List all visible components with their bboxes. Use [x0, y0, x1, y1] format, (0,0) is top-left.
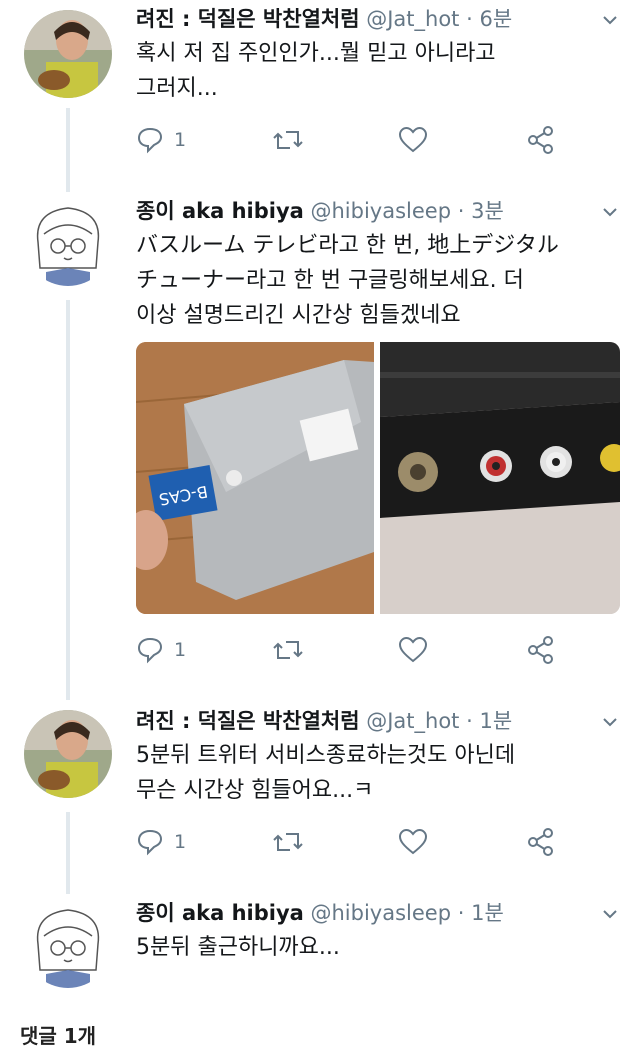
share-icon: [528, 828, 553, 856]
device-box-image: B-CAS: [136, 342, 375, 614]
heart-icon: [398, 828, 428, 855]
user-handle[interactable]: @Jat_hot: [366, 709, 459, 733]
heart-icon: [398, 126, 428, 153]
tweet-text: 5분뒤 출근하니까요...: [136, 930, 620, 965]
tweet-actions: 1: [136, 824, 576, 860]
tweet-actions: 1: [136, 122, 576, 158]
like-button[interactable]: [398, 632, 428, 668]
share-button[interactable]: [526, 824, 556, 860]
separator: ·: [466, 7, 473, 31]
device-ports-photo[interactable]: [380, 342, 620, 614]
avatar-illustration: [24, 198, 112, 286]
tweet-text: バスルーム テレビ라고 한 번, 地上デジタル チューナー라고 한 번 구글링해…: [136, 228, 620, 333]
retweet-icon: [273, 641, 303, 659]
share-button[interactable]: [526, 122, 556, 158]
reply-icon: [137, 829, 163, 856]
user-handle[interactable]: @hibiyasleep: [311, 901, 452, 925]
share-icon: [528, 126, 553, 154]
retweet-button[interactable]: [272, 824, 304, 860]
tweet-text: 혹시 저 집 주인인가...뭘 믿고 아니라고 그러지...: [136, 36, 620, 106]
avatar-photo: [24, 710, 112, 798]
tweet-header: 려진 : 덕질은 박찬열처럼 @Jat_hot · 6분: [136, 2, 600, 36]
display-name[interactable]: 종이 aka hibiya: [136, 901, 304, 925]
user-handle[interactable]: @hibiyasleep: [311, 199, 452, 223]
display-name[interactable]: 종이 aka hibiya: [136, 199, 304, 223]
share-button[interactable]: [526, 632, 556, 668]
timestamp[interactable]: 1분: [479, 709, 512, 733]
avatar[interactable]: [24, 10, 112, 98]
avatar[interactable]: [24, 710, 112, 798]
tweet-text-line: 그러지...: [136, 76, 218, 101]
separator: ·: [457, 199, 465, 223]
retweet-button[interactable]: [272, 122, 304, 158]
retweet-icon: [273, 833, 303, 851]
tweet-header: 종이 aka hibiya @hibiyasleep · 3분: [136, 194, 600, 228]
avatar[interactable]: [24, 198, 112, 286]
tweet-actions: 1: [136, 632, 576, 668]
tweet-text-line: チューナー라고 한 번 구글링해보세요. 더: [136, 268, 524, 293]
display-name[interactable]: 려진 : 덕질은 박찬열처럼: [136, 709, 360, 733]
share-icon: [528, 636, 553, 664]
chevron-down-icon[interactable]: [600, 712, 620, 732]
comment-count-label[interactable]: 댓글 1개: [20, 1020, 96, 1049]
device-ports-image: [380, 342, 620, 614]
heart-icon: [398, 636, 428, 663]
reply-count: 1: [174, 639, 187, 661]
display-name[interactable]: 려진 : 덕질은 박찬열처럼: [136, 7, 360, 31]
reply-button[interactable]: 1: [136, 632, 186, 668]
tweet-header: 종이 aka hibiya @hibiyasleep · 1분: [136, 896, 600, 930]
timestamp[interactable]: 6분: [479, 7, 512, 31]
tweet[interactable]: 종이 aka hibiya @hibiyasleep · 3분 バスルーム テレ…: [0, 190, 640, 690]
chevron-down-icon[interactable]: [600, 10, 620, 30]
tweet-text-line: バスルーム テレビ라고 한 번, 地上デジタル: [136, 233, 559, 258]
device-box-photo[interactable]: B-CAS: [136, 342, 375, 614]
timestamp[interactable]: 3분: [471, 199, 504, 223]
tweet[interactable]: 종이 aka hibiya @hibiyasleep · 1분 5분뒤 출근하니…: [0, 892, 640, 1002]
tweet-text-line: 무슨 시간상 힘들어요...ㅋ: [136, 778, 374, 803]
tweet-text-line: 5분뒤 출근하니까요...: [136, 935, 340, 960]
user-handle[interactable]: @Jat_hot: [366, 7, 459, 31]
separator: ·: [466, 709, 473, 733]
reply-count: 1: [174, 831, 187, 853]
avatar[interactable]: [24, 900, 112, 988]
reply-count: 1: [174, 129, 187, 151]
like-button[interactable]: [398, 824, 428, 860]
tweet-media[interactable]: B-CAS: [136, 342, 620, 614]
tweet-text-line: 5분뒤 트위터 서비스종료하는것도 아닌데: [136, 743, 516, 768]
tweet-text-line: 이상 설명드리긴 시간상 힘들겠네요: [136, 303, 461, 328]
separator: ·: [457, 901, 465, 925]
tweet-text: 5분뒤 트위터 서비스종료하는것도 아닌데 무슨 시간상 힘들어요...ㅋ: [136, 738, 620, 808]
retweet-button[interactable]: [272, 632, 304, 668]
chevron-down-icon[interactable]: [600, 904, 620, 924]
reply-button[interactable]: 1: [136, 824, 186, 860]
tweet-text-line: 혹시 저 집 주인인가...뭘 믿고 아니라고: [136, 41, 496, 66]
tweet[interactable]: 려진 : 덕질은 박찬열처럼 @Jat_hot · 1분 5분뒤 트위터 서비스…: [0, 700, 640, 885]
avatar-illustration: [24, 900, 112, 988]
reply-icon: [137, 637, 163, 664]
tweet[interactable]: 려진 : 덕질은 박찬열처럼 @Jat_hot · 6분 혹시 저 집 주인인가…: [0, 0, 640, 180]
reply-button[interactable]: 1: [136, 122, 186, 158]
avatar-photo: [24, 10, 112, 98]
chevron-down-icon[interactable]: [600, 202, 620, 222]
reply-icon: [137, 127, 163, 154]
timestamp[interactable]: 1분: [471, 901, 504, 925]
tweet-header: 려진 : 덕질은 박찬열처럼 @Jat_hot · 1분: [136, 704, 600, 738]
like-button[interactable]: [398, 122, 428, 158]
retweet-icon: [273, 131, 303, 149]
